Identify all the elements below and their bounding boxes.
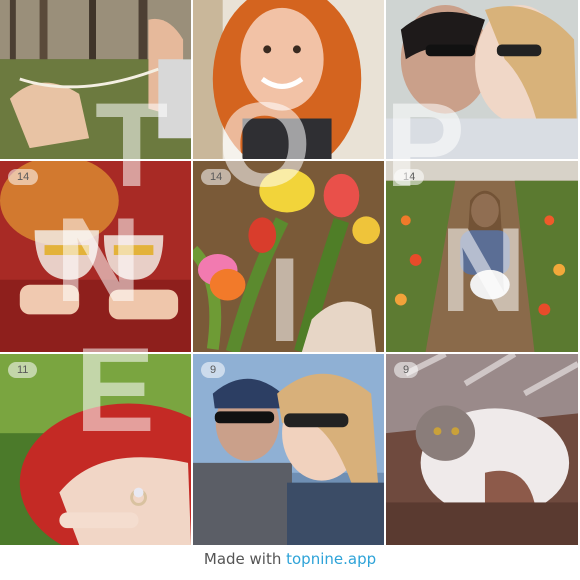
photo-tile-portrait-redhair[interactable] xyxy=(193,0,386,161)
photo-tile-couple-kiss[interactable] xyxy=(386,0,580,161)
like-count-badge: 9 xyxy=(394,362,419,378)
like-count-badge: 14 xyxy=(394,169,425,185)
photo-tulips xyxy=(193,161,384,352)
photo-wine-glasses xyxy=(0,161,191,352)
photo-tile-couple-selfie[interactable]: 9 xyxy=(193,354,386,547)
photo-grid: 14 14 14 11 9 9 xyxy=(0,0,580,547)
topnine-link[interactable]: topnine.app xyxy=(286,550,376,568)
photo-ring-hand xyxy=(0,354,191,545)
footer-prefix: Made with xyxy=(203,550,287,568)
footer-credit: Made with topnine.app xyxy=(0,550,580,580)
photo-flower-field xyxy=(386,161,578,352)
like-count-badge: 14 xyxy=(8,169,39,185)
photo-portrait-redhair xyxy=(193,0,384,159)
like-count-badge: 11 xyxy=(8,362,38,378)
like-count-badge: 14 xyxy=(201,169,232,185)
photo-tile-tulips[interactable]: 14 xyxy=(193,161,386,354)
photo-couple-kiss xyxy=(386,0,578,159)
photo-tile-ring-hand[interactable]: 11 xyxy=(0,354,193,547)
photo-tile-hands-string[interactable] xyxy=(0,0,193,161)
photo-tile-cat-lap[interactable]: 9 xyxy=(386,354,580,547)
photo-cat-lap xyxy=(386,354,578,545)
like-count-badge: 9 xyxy=(201,362,226,378)
photo-tile-flower-field[interactable]: 14 xyxy=(386,161,580,354)
photo-hands-string xyxy=(0,0,191,159)
photo-couple-selfie xyxy=(193,354,384,545)
photo-tile-wine-glasses[interactable]: 14 xyxy=(0,161,193,354)
